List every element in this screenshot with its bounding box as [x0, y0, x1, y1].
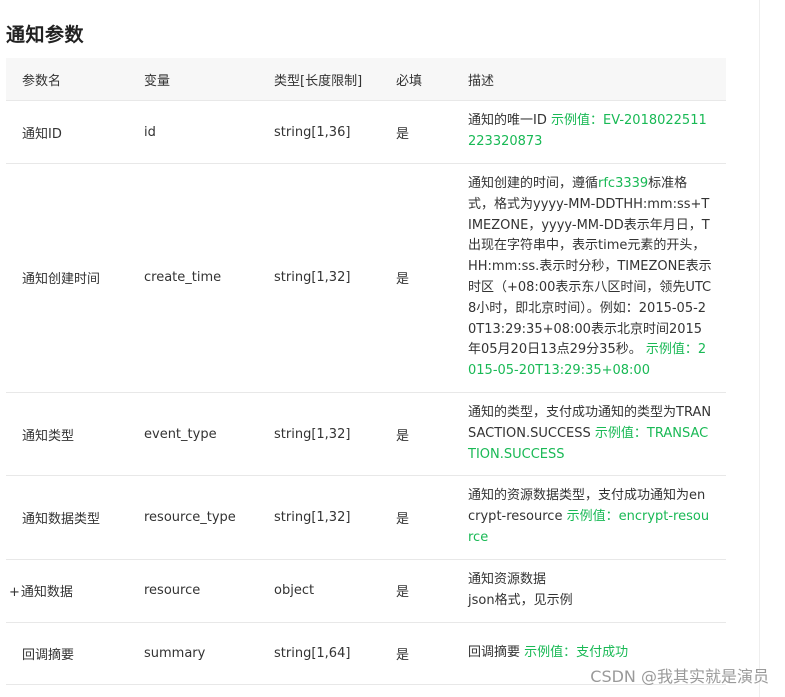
description-text: 通知创建的时间，遵循 [468, 176, 599, 191]
page-right-divider [759, 0, 760, 697]
param-name: 通知数据类型 [6, 475, 144, 560]
param-type: string[1,32] [274, 392, 396, 477]
header-description: 描述 [468, 58, 726, 101]
param-description: 通知创建的时间，遵循rfc3339标准格式，格式为yyyy-MM-DDTHH:m… [468, 163, 726, 393]
param-name: 通知类型 [6, 392, 144, 477]
notification-params-table: 参数名 变量 类型[长度限制] 必填 描述 通知ID id string[1,3… [6, 58, 726, 685]
param-type: string[1,32] [274, 163, 396, 393]
param-variable: id [144, 100, 274, 164]
table-row: 通知类型 event_type string[1,32] 是 通知的类型，支付成… [6, 392, 726, 477]
param-variable: create_time [144, 163, 274, 393]
param-name: 通知创建时间 [6, 163, 144, 393]
header-type: 类型[长度限制] [274, 58, 396, 101]
param-description: 通知的类型，支付成功通知的类型为TRANSACTION.SUCCESS 示例值：… [468, 392, 726, 477]
example-value: 示例值：支付成功 [524, 644, 629, 660]
param-type: string[1,64] [274, 622, 396, 685]
table-row: 通知数据类型 resource_type string[1,32] 是 通知的资… [6, 475, 726, 560]
expand-plus-icon[interactable]: + [9, 585, 20, 600]
rfc3339-link[interactable]: rfc3339 [598, 176, 648, 191]
param-type: object [274, 559, 396, 623]
table-header-row: 参数名 变量 类型[长度限制] 必填 描述 [6, 58, 726, 101]
param-variable: resource [144, 559, 274, 623]
param-description: 通知资源数据 json格式，见示例 [468, 559, 726, 623]
section-title: 通知参数 [6, 24, 85, 46]
param-required: 是 [396, 475, 468, 560]
param-variable: event_type [144, 392, 274, 477]
header-required: 必填 [396, 58, 468, 101]
param-description: 通知的资源数据类型，支付成功通知为encrypt-resource 示例值：en… [468, 475, 726, 560]
param-type: string[1,36] [274, 100, 396, 164]
header-param-name: 参数名 [6, 58, 144, 101]
param-name: 通知数据 [20, 585, 73, 601]
header-variable: 变量 [144, 58, 274, 101]
param-name: 通知ID [6, 100, 144, 164]
param-required: 是 [396, 392, 468, 477]
param-required: 是 [396, 622, 468, 685]
description-text: json格式，见示例 [468, 592, 573, 608]
description-text: 通知资源数据 [468, 571, 547, 587]
csdn-watermark: CSDN @我其实就是演员 [590, 667, 769, 686]
description-text: 通知的唯一ID [468, 113, 547, 129]
param-name: 回调摘要 [6, 622, 144, 685]
param-type: string[1,32] [274, 475, 396, 560]
param-required: 是 [396, 100, 468, 164]
param-variable: resource_type [144, 475, 274, 560]
description-text: 回调摘要 [468, 644, 521, 660]
table-row: 通知ID id string[1,36] 是 通知的唯一ID 示例值：EV-20… [6, 100, 726, 164]
param-required: 是 [396, 163, 468, 393]
description-text: 标准格式，格式为yyyy-MM-DDTHH:mm:ss+TIMEZONE，yyy… [468, 176, 712, 358]
param-variable: summary [144, 622, 274, 685]
param-name-cell[interactable]: +通知数据 [6, 559, 144, 623]
table-row-expandable[interactable]: +通知数据 resource object 是 通知资源数据 json格式，见示… [6, 559, 726, 623]
table-row: 通知创建时间 create_time string[1,32] 是 通知创建的时… [6, 163, 726, 393]
param-description: 通知的唯一ID 示例值：EV-2018022511223320873 [468, 100, 726, 164]
param-required: 是 [396, 559, 468, 623]
